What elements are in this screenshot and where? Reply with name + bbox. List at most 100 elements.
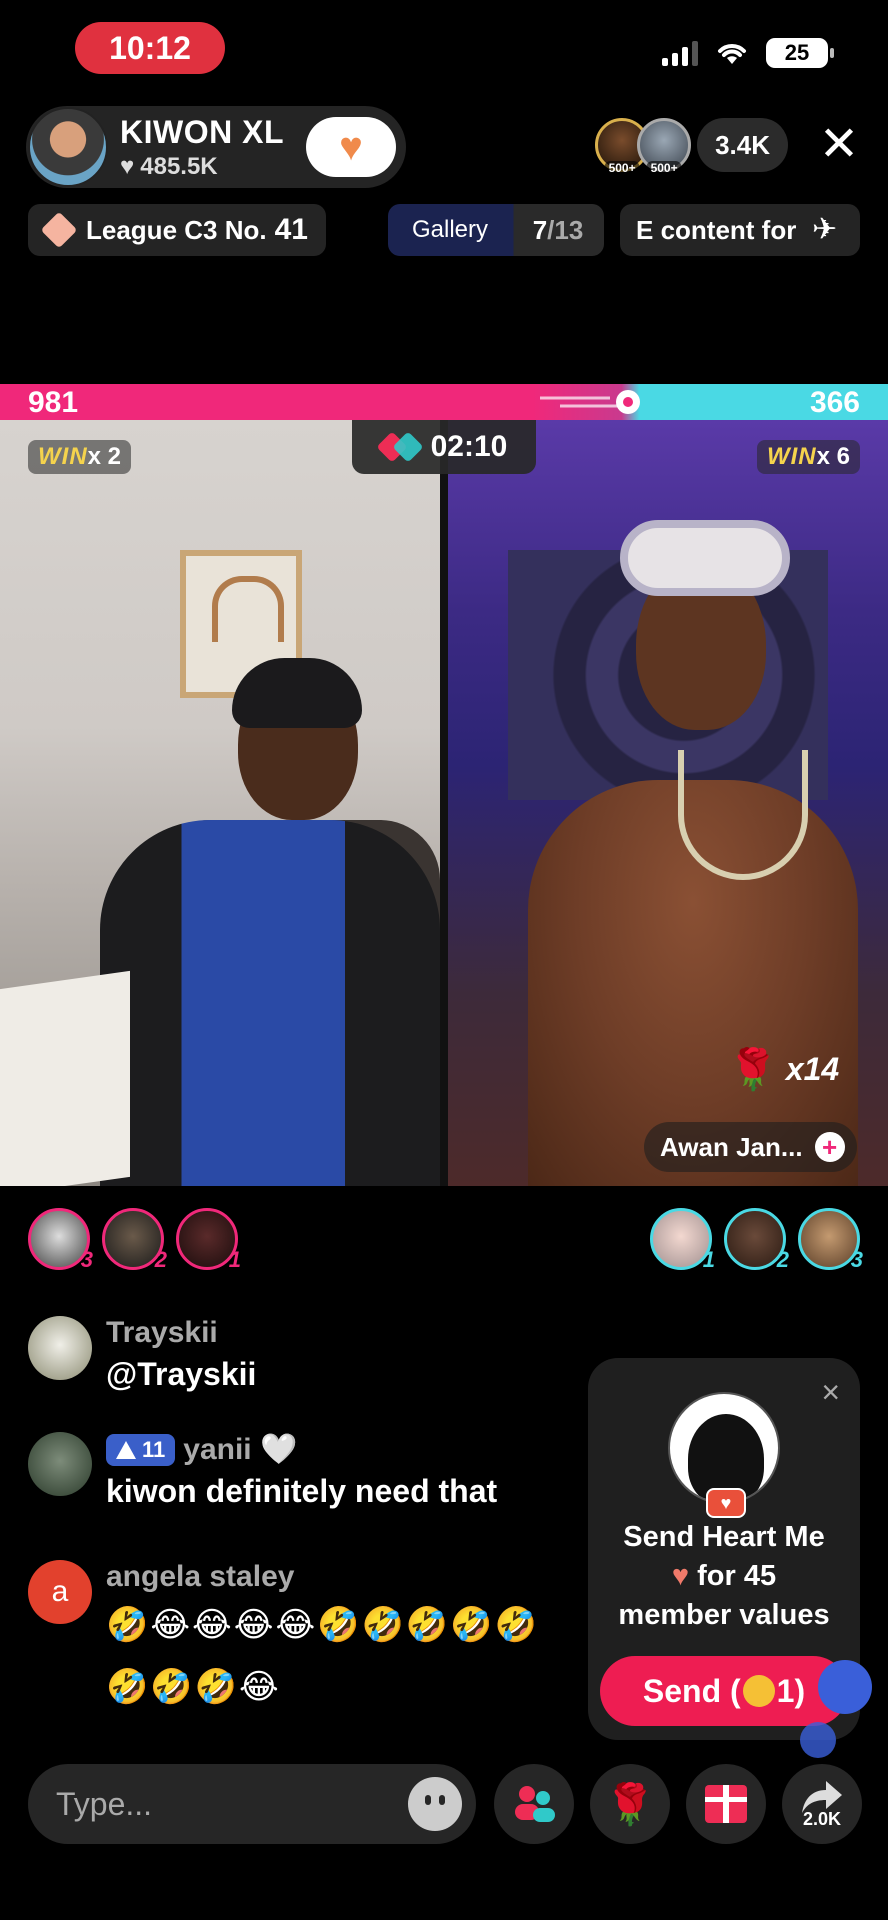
comment-text: kiwon definitely need that	[106, 1473, 498, 1509]
gifter-avatar[interactable]: 1	[650, 1208, 715, 1272]
comment-input-placeholder: Type...	[56, 1785, 153, 1822]
right-top-gifters: 1 2 3	[650, 1208, 863, 1272]
gifter-avatar[interactable]: 3	[28, 1208, 93, 1272]
left-score: 981	[28, 386, 79, 419]
win-label: WIN	[766, 443, 817, 470]
battle-score-bar	[0, 384, 888, 420]
wifi-icon	[718, 44, 746, 64]
commenter-name: angela staley	[106, 1560, 295, 1593]
emoji-icon[interactable]	[408, 1777, 462, 1831]
league-label: League C3 No.	[86, 214, 267, 245]
streamer-cap	[232, 658, 362, 728]
side-floating-icon[interactable]	[818, 1660, 872, 1714]
follow-heart-button[interactable]: ♥ 1	[306, 117, 396, 177]
send-button[interactable]: Send ( 1)	[600, 1656, 848, 1726]
coin-icon	[742, 1675, 775, 1707]
level-number: 11	[142, 1436, 166, 1462]
multi-guest-button[interactable]	[494, 1764, 574, 1844]
host-likes: ♥ 485.5K	[120, 153, 306, 181]
popup-line2: for 45	[697, 1560, 777, 1592]
comment-input[interactable]: Type...	[28, 1764, 476, 1844]
host-avatar[interactable]	[28, 107, 108, 187]
score-progress-arrow-icon	[540, 390, 640, 414]
gifter-rank: 3	[850, 1247, 863, 1272]
side-floating-icon[interactable]	[800, 1722, 836, 1758]
top-viewers[interactable]: 500+ 500+ 3.4K	[595, 118, 788, 175]
signal-icon	[662, 40, 698, 66]
gifter-rank: 1	[702, 1247, 715, 1272]
status-time: 10:12	[75, 22, 225, 74]
host-name: KIWON XL	[120, 113, 284, 150]
viewer-badge: 500+	[604, 161, 640, 175]
plus-icon[interactable]: +	[814, 1132, 845, 1162]
gallery-chip[interactable]: Gallery 7/13	[388, 204, 604, 256]
league-number: 41	[274, 213, 308, 246]
viewer-avatar[interactable]: 500+	[637, 118, 692, 175]
win-count: x 2	[87, 443, 122, 470]
gifter-avatar[interactable]: 2	[724, 1208, 789, 1272]
send-amount: 1)	[776, 1672, 806, 1709]
right-win-streak: WIN x 6	[756, 440, 860, 474]
status-icons: 25	[662, 38, 834, 68]
win-label: WIN	[38, 443, 88, 470]
goggles	[620, 520, 790, 596]
panel-divider	[440, 420, 448, 1186]
heart-badge-icon: ♥	[706, 1488, 746, 1518]
streamer-body	[100, 820, 440, 1186]
commenter-name: Trayskii	[106, 1316, 218, 1349]
comment-text: @Trayskii	[106, 1356, 257, 1392]
host-likes-count: 485.5K	[140, 152, 218, 180]
close-icon: ✕	[818, 118, 860, 171]
popup-line2-row: ♥ for 45	[588, 1557, 860, 1596]
chain	[678, 750, 808, 880]
commenter-avatar[interactable]: a	[28, 1560, 92, 1624]
comment-emoji: 🤣🤣🤣😂	[106, 1668, 281, 1706]
rose-gift-button[interactable]: 🌹	[590, 1764, 670, 1844]
airplane-icon: ✈	[812, 213, 838, 246]
chat-comment[interactable]: 11 yanii 🤍 kiwon definitely need that	[28, 1432, 497, 1510]
opponent-name: Awan Jan...	[660, 1131, 803, 1162]
left-stream-video[interactable]	[0, 420, 440, 1186]
commenter-row: 11 yanii 🤍	[106, 1432, 497, 1467]
viewer-count[interactable]: 3.4K	[697, 118, 788, 172]
host-profile[interactable]: KIWON XL ♥ 485.5K ♥ 1	[26, 106, 406, 188]
follow-heart-count: 1	[360, 149, 368, 165]
right-score: 366	[809, 386, 860, 419]
share-count: 2.0K	[802, 1808, 842, 1829]
gift-button[interactable]	[686, 1764, 766, 1844]
share-button[interactable]: 2.0K	[782, 1764, 862, 1844]
gifter-avatar[interactable]: 1	[176, 1208, 241, 1272]
chat-comment[interactable]: a angela staley 🤣😂😂😂😂🤣🤣🤣🤣🤣 🤣🤣🤣😂	[28, 1560, 539, 1718]
popup-line1: Send Heart Me	[623, 1521, 825, 1553]
level-badge: 11	[106, 1433, 176, 1466]
viewer-badge: 500+	[646, 161, 682, 175]
gifter-avatar[interactable]: 2	[102, 1208, 167, 1272]
content-text: E content for	[636, 214, 797, 245]
gifter-avatar[interactable]: 3	[798, 1208, 863, 1272]
gifter-rank: 2	[776, 1247, 789, 1272]
battery-icon: 25	[766, 38, 834, 68]
level-icon	[116, 1440, 136, 1459]
win-count: x 6	[816, 443, 850, 470]
commenter-avatar[interactable]	[28, 1432, 92, 1496]
rose-multiplier: 🌹 x14	[728, 1046, 839, 1093]
heart-icon: ♥	[120, 152, 135, 180]
content-chip[interactable]: E content for ✈	[620, 204, 860, 256]
opponent-name-chip[interactable]: Awan Jan... +	[644, 1122, 857, 1172]
battle-timer: 02:10	[352, 420, 536, 474]
gallery-count: 7/13	[512, 215, 604, 246]
popup-close-button[interactable]: ×	[821, 1376, 840, 1408]
rose-icon: 🌹	[728, 1048, 778, 1092]
chat-comment[interactable]: Trayskii @Trayskii	[28, 1316, 256, 1393]
left-top-gifters: 3 2 1	[28, 1208, 241, 1272]
gallery-current: 7	[532, 214, 548, 245]
close-button[interactable]: ✕	[814, 120, 864, 170]
timer-text: 02:10	[430, 430, 508, 463]
gifter-rank: 2	[154, 1247, 167, 1272]
commenter-avatar[interactable]	[28, 1316, 92, 1380]
gallery-total: /13	[547, 214, 584, 245]
send-label: Send (	[642, 1672, 741, 1709]
gift-icon	[705, 1785, 747, 1823]
commenter-name: yanii 🤍	[183, 1433, 298, 1466]
league-chip[interactable]: League C3 No. 41	[28, 204, 326, 256]
